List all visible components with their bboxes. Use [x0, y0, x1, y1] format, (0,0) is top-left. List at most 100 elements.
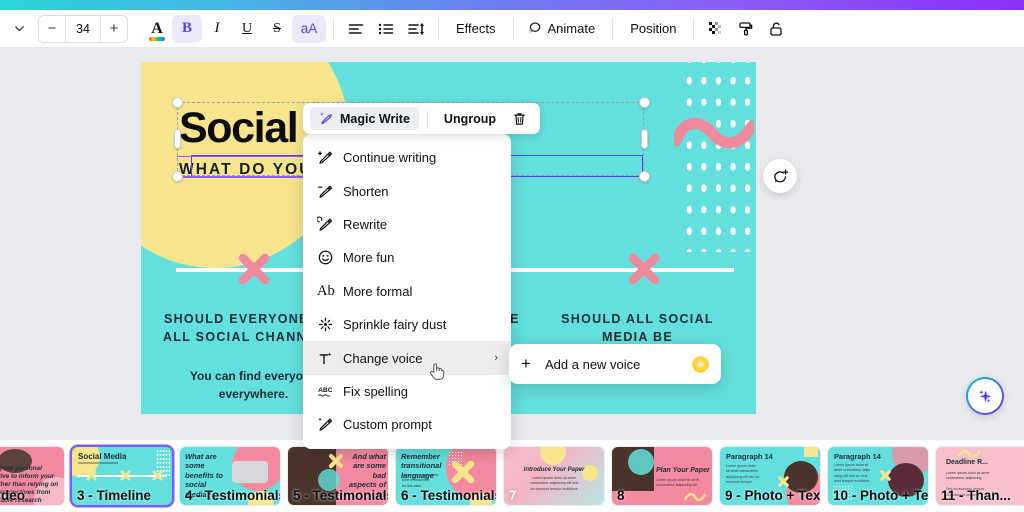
font-dropdown-chevron-icon[interactable]: [4, 15, 34, 43]
toolbar-divider-2: [438, 17, 439, 40]
sparkle-wand-icon: [317, 316, 343, 333]
resize-handle-right[interactable]: [641, 129, 648, 149]
ab-icon: Ab: [317, 283, 335, 299]
plus-icon: +: [521, 354, 531, 373]
text-align-button[interactable]: [341, 15, 371, 43]
thumbnail-label: 8: [617, 488, 625, 503]
mouse-cursor-pointer: [430, 363, 445, 380]
dot-pattern: [678, 62, 756, 252]
thumbnail-slide-3[interactable]: Social Media 3 - Timeline: [72, 447, 172, 505]
magic-assistant-button[interactable]: [966, 377, 1004, 415]
thumbnail-label: 11 - Than...: [941, 488, 1011, 503]
transparency-button[interactable]: [701, 15, 731, 43]
animate-icon: [528, 22, 540, 34]
premium-coin-icon: [692, 355, 709, 373]
unlock-icon: [770, 22, 783, 36]
thumbnail-label: 5 - Testimonials: [293, 488, 388, 503]
toolbar-divider: [333, 17, 334, 40]
context-divider: [426, 109, 428, 128]
thumbnail-label: 10 - Photo + Te...: [833, 488, 928, 503]
chevron-right-icon: ›: [494, 352, 498, 365]
menu-item-shorten[interactable]: Shorten: [303, 174, 511, 207]
text-color-icon: A: [149, 19, 165, 41]
font-size-increase-button[interactable]: +: [101, 16, 127, 42]
menu-item-label: Change voice: [343, 350, 423, 366]
menu-item-custom-prompt[interactable]: Custom prompt: [303, 408, 511, 441]
thumbnail-slide-10[interactable]: Paragraph 14 Lorem ipsum dolor sit amet c…: [828, 447, 928, 505]
text-voice-icon: [317, 350, 343, 367]
thumbnail-label: 2 - Video: [0, 488, 26, 503]
menu-item-label: Custom prompt: [343, 417, 432, 433]
position-button[interactable]: Position: [620, 15, 686, 43]
font-size-decrease-button[interactable]: −: [39, 16, 65, 42]
ungroup-button[interactable]: Ungroup: [436, 108, 504, 130]
animate-button[interactable]: Animate: [521, 15, 606, 43]
transparency-icon: [709, 21, 722, 34]
thumbnail-slide-11[interactable]: Deadline R... Lorem ipsum dolor sit amet…: [936, 447, 1024, 505]
thumbnail-slide-9[interactable]: Paragraph 14 Lorem ipsum dolor sit amet c…: [720, 447, 820, 505]
text-color-button[interactable]: A: [142, 15, 172, 43]
menu-item-sprinkle-fairy-dust[interactable]: Sprinkle fairy dust: [303, 308, 511, 341]
pencil-sparkle-icon: [317, 416, 343, 433]
slide-thumbnail-strip[interactable]: Use your personal perspective to inform …: [0, 440, 1024, 512]
magic-write-icon: [320, 112, 333, 124]
italic-button[interactable]: I: [202, 15, 232, 43]
smiley-icon: [317, 249, 343, 266]
menu-item-rewrite[interactable]: Rewrite: [303, 208, 511, 241]
x-mark-right: [628, 253, 660, 285]
menu-item-label: More fun: [343, 250, 395, 266]
change-voice-submenu: + Add a new voice: [509, 344, 721, 384]
resize-handle-bottom-right[interactable]: [639, 171, 650, 182]
magic-write-label: Magic Write: [340, 111, 410, 126]
menu-item-label: Fix spelling: [343, 383, 409, 399]
resize-handle-bottom-left[interactable]: [172, 171, 183, 182]
letter-case-button[interactable]: aA: [292, 14, 326, 43]
resize-handle-top-right[interactable]: [639, 97, 650, 108]
thumbnail-slide-8[interactable]: Plan Your Paper Lorem ipsum dolor sit am…: [612, 447, 712, 505]
text-toolbar: − 34 + A B I U S aA Effects Animate Posi…: [0, 10, 1024, 48]
column-title-3[interactable]: SHOULD ALL SOCIAL MEDIA BE: [545, 310, 730, 346]
animate-label: Animate: [547, 21, 596, 36]
thumbnail-text: Paragraph 14: [726, 452, 773, 461]
x-mark-left: [238, 253, 270, 285]
menu-item-label: Continue writing: [343, 150, 437, 166]
line-spacing-icon: [407, 22, 424, 35]
thumbnail-slide-7[interactable]: Introduce Your Paper Lorem ipsum dolor s…: [504, 447, 604, 505]
menu-item-label: Rewrite: [343, 216, 388, 232]
magic-write-button[interactable]: Magic Write: [310, 107, 419, 130]
thumbnail-slide-6[interactable]: Remember transitional language Some extr…: [396, 447, 496, 505]
thumbnail-label: 4 - Testimonials: [185, 488, 280, 503]
list-bullet-icon: [378, 23, 394, 34]
line-spacing-button[interactable]: [401, 15, 431, 43]
bullet-list-button[interactable]: [371, 15, 401, 43]
menu-item-more-formal[interactable]: Ab More formal: [303, 275, 511, 308]
effects-button[interactable]: Effects: [446, 15, 506, 43]
thumbnail-text: Deadline R...: [946, 459, 989, 466]
font-size-input[interactable]: 34: [65, 15, 101, 42]
add-comment-button[interactable]: [763, 159, 797, 193]
bold-button[interactable]: B: [172, 14, 202, 43]
lock-button[interactable]: [761, 15, 791, 43]
selection-context-toolbar: Magic Write Ungroup: [303, 103, 540, 134]
thumbnail-slide-2[interactable]: Use your personal perspective to inform …: [0, 447, 64, 505]
magic-write-menu: Continue writing Shorten Rewrite More fu…: [303, 134, 511, 449]
thumbnail-text: Paragraph 14: [834, 452, 881, 461]
strikethrough-button[interactable]: S: [262, 15, 292, 43]
pencil-minus-icon: [317, 183, 343, 200]
resize-handle-top-left[interactable]: [172, 97, 183, 108]
menu-item-more-fun[interactable]: More fun: [303, 241, 511, 274]
menu-item-continue-writing[interactable]: Continue writing: [303, 141, 511, 174]
thumbnail-slide-4[interactable]: What are some benefits to social media? …: [180, 447, 280, 505]
paint-roller-icon: [739, 21, 753, 35]
resize-handle-left[interactable]: [174, 129, 181, 149]
add-new-voice-button[interactable]: Add a new voice: [545, 357, 692, 372]
delete-button[interactable]: [506, 108, 533, 130]
trash-icon: [514, 112, 525, 125]
font-size-stepper[interactable]: − 34 +: [38, 14, 128, 43]
pencil-rewrite-icon: [317, 216, 343, 233]
thumbnail-slide-5[interactable]: And what are some bad aspects of it? 5 -…: [288, 447, 388, 505]
underline-button[interactable]: U: [232, 15, 262, 43]
copy-style-button[interactable]: [731, 15, 761, 43]
menu-item-fix-spelling[interactable]: ABC Fix spelling: [303, 375, 511, 408]
menu-item-change-voice[interactable]: Change voice ›: [303, 341, 511, 375]
